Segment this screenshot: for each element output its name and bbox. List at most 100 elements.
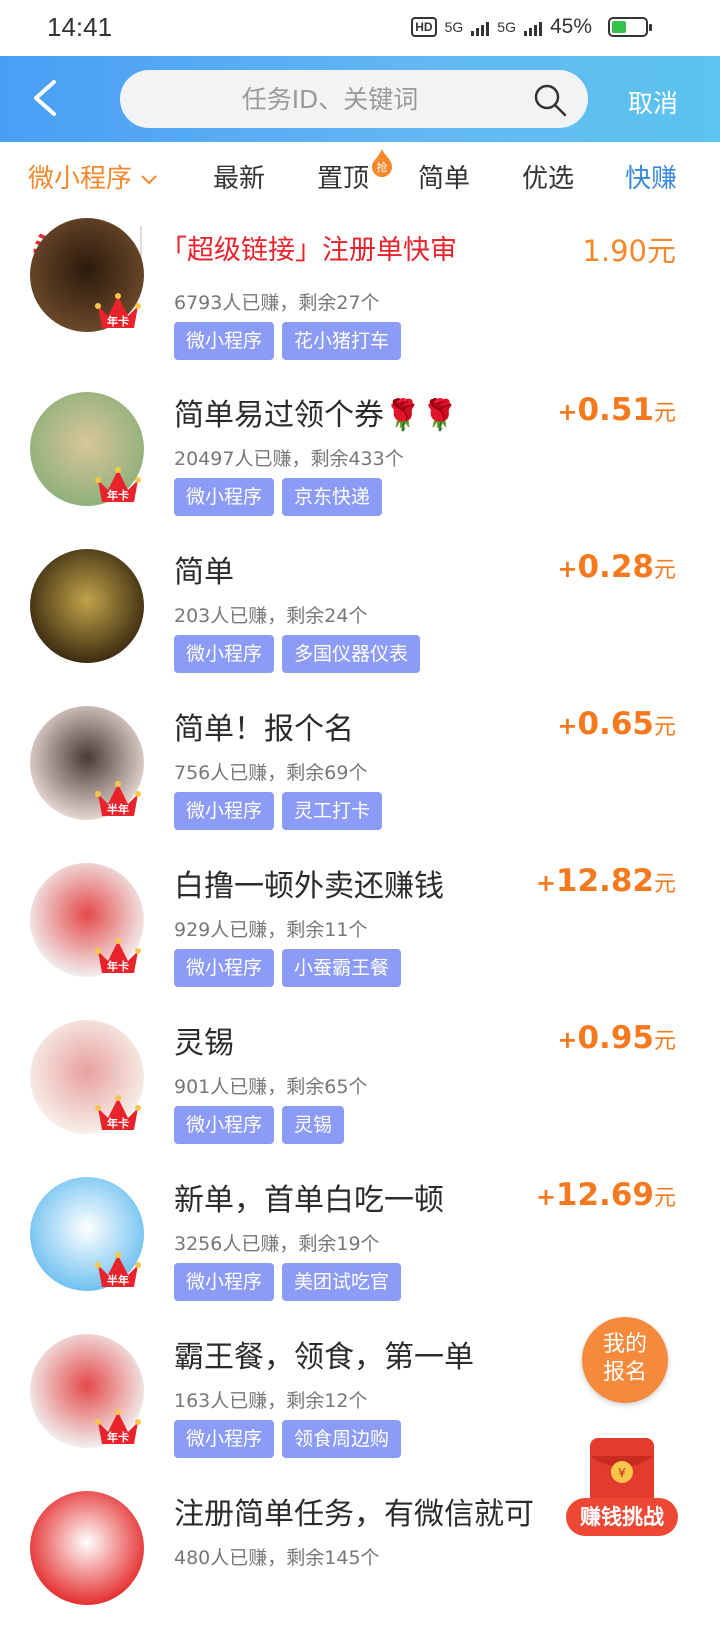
reward-amount: 12.69 [555,1177,654,1213]
task-title: 霸王餐，领食，第一单 [174,1340,474,1375]
task-tag[interactable]: 微小程序 [174,1263,275,1301]
task-item[interactable]: 年卡 灵锡 901人已赚，剩余65个 微小程序 灵锡 +0.95元 [0,1008,720,1165]
task-tag[interactable]: 灵工打卡 [282,792,383,830]
reward-plus: + [557,555,578,583]
reward-amount: 0.28 [577,549,654,585]
reward-plus: + [557,398,578,426]
reward-unit: 元 [653,1186,676,1211]
network-5g-label-2: 5G [497,19,516,35]
reward-unit: 元 [653,401,676,426]
reward-unit: 元 [653,715,676,740]
reward-plus: + [557,1026,578,1054]
tab-label: 微小程序 [28,164,133,194]
task-tag[interactable]: 京东快递 [282,478,383,516]
task-item[interactable]: 半年 新单，首单白吃一顿 3256人已赚，剩余19个微小程序 美团试吃官 +12.69元 [0,1165,720,1322]
task-reward: +0.51元 [557,392,676,428]
task-tag[interactable]: 微小程序 [174,949,275,987]
reward-amount: 0.95 [577,1020,654,1056]
task-tag[interactable]: 多国仪器仪表 [282,635,421,673]
task-item[interactable]: 半年 简单！报个名 756人已赚，剩余69个 微小程序 灵工打卡 +0.65元 [0,694,720,851]
task-title: 灵锡 [174,1026,234,1061]
my-signups-line1: 我的 [602,1332,647,1357]
earn-challenge-label: 赚钱挑战 [566,1498,678,1536]
task-item[interactable]: 年卡 白撸一顿外卖还赚钱 929人已赚，剩余11个 微小程序 小蚕霸王餐 +12.82元 [0,851,720,1008]
task-tag[interactable]: 微小程序 [174,1106,275,1144]
signal-icon [471,18,490,36]
membership-crown-label: 年卡 [107,1116,129,1130]
tab-mini-program[interactable]: 微小程序 [28,158,158,195]
task-title: 新单，首单白吃一顿 [174,1183,444,1218]
membership-crown-icon: 年卡 [95,293,141,328]
tab-simple[interactable]: 简单 [418,158,470,195]
task-tag[interactable]: 领食周边购 [282,1420,402,1458]
membership-crown-icon: 年卡 [95,1409,141,1444]
earn-challenge-button[interactable]: ¥ 赚钱挑战 [566,1434,680,1546]
membership-crown-label: 半年 [107,1273,129,1287]
task-tag[interactable]: 灵锡 [282,1106,345,1144]
back-button[interactable] [22,70,72,126]
task-stats: 6793人已赚，剩余27个 [174,292,380,314]
membership-crown-label: 年卡 [107,1430,129,1444]
tab-latest[interactable]: 最新 [213,158,265,195]
task-avatar [30,1491,144,1605]
task-tag[interactable]: 微小程序 [174,792,275,830]
reward-amount: 0.51 [577,392,654,428]
search-header: 取消 [0,56,720,142]
headline-reward: 1.90元 [582,234,676,268]
task-tag[interactable]: 美团试吃官 [282,1263,402,1301]
network-5g-label: 5G [444,19,464,35]
tab-fast-earn[interactable]: 快赚 [625,158,677,195]
task-stats: 480人已赚，剩余145个 [174,1547,380,1569]
task-title: 简单易过领个券🌹🌹 [174,398,459,433]
task-stats: 756人已赚，剩余69个 [174,762,368,784]
reward-amount: 0.65 [577,706,654,742]
task-tag[interactable]: 微小程序 [174,322,275,360]
membership-crown-icon: 年卡 [95,467,141,502]
task-tag[interactable]: 微小程序 [174,635,275,673]
task-reward: +12.82元 [536,863,676,899]
my-signups-line2: 报名 [602,1360,647,1385]
search-input[interactable] [140,70,520,128]
task-title: 白撸一顿外卖还赚钱 [174,869,444,904]
battery-percent: 45% [549,15,592,38]
task-title: 简单 [174,555,234,590]
battery-icon [608,17,652,37]
tab-pinned[interactable]: 置顶 [317,158,369,195]
my-signups-button[interactable]: 我的 报名 [582,1317,668,1403]
membership-crown-icon: 年卡 [95,1095,141,1130]
task-reward: +12.69元 [536,1177,676,1213]
task-stats: 163人已赚，剩余12个 [174,1390,368,1412]
membership-crown-icon: 年卡 [95,938,141,973]
task-stats: 203人已赚，剩余24个 [174,605,368,627]
task-reward: +0.95元 [557,1020,676,1056]
membership-crown-label: 半年 [107,802,129,816]
membership-crown-icon: 半年 [95,1252,141,1287]
chevron-left-icon [34,80,56,116]
cancel-button[interactable]: 取消 [628,84,678,120]
reward-plus: + [535,1183,556,1211]
task-tag[interactable]: 花小猪打车 [282,322,402,360]
membership-crown-label: 年卡 [107,959,129,973]
search-icon[interactable] [532,82,568,118]
tab-selected[interactable]: 优选 [522,158,574,195]
task-tag[interactable]: 微小程序 [174,478,275,516]
task-item[interactable]: 简单 203人已赚，剩余24个微小程序 多国仪器仪表 +0.28元 [0,537,720,694]
search-bar[interactable] [120,70,588,128]
task-stats: 901人已赚，剩余65个 [174,1076,368,1098]
grab-badge-icon: 抢 [372,149,392,177]
reward-unit: 元 [653,558,676,583]
membership-crown-icon: 半年 [95,781,141,816]
task-reward: +0.65元 [557,706,676,742]
headline-title: 「超级链接」注册单快审 [160,235,457,266]
svg-text:¥: ¥ [618,1466,626,1480]
signal-icon-2 [523,18,542,36]
reward-unit: 元 [653,872,676,897]
task-stats: 3256人已赚，剩余19个 [174,1233,380,1255]
reward-amount: 12.82 [555,863,654,899]
task-item[interactable]: 年卡 简单易过领个券🌹🌹 20497人已赚，剩余433个 微小程序 京东快递 +0.51元 [0,380,720,537]
task-tag[interactable]: 小蚕霸王餐 [282,949,402,987]
filter-tabs: 微小程序 最新 置顶 简单 优选 快赚 [0,142,720,212]
battery-level [612,21,626,33]
task-tag[interactable]: 微小程序 [174,1420,275,1458]
chevron-down-icon [141,174,157,184]
